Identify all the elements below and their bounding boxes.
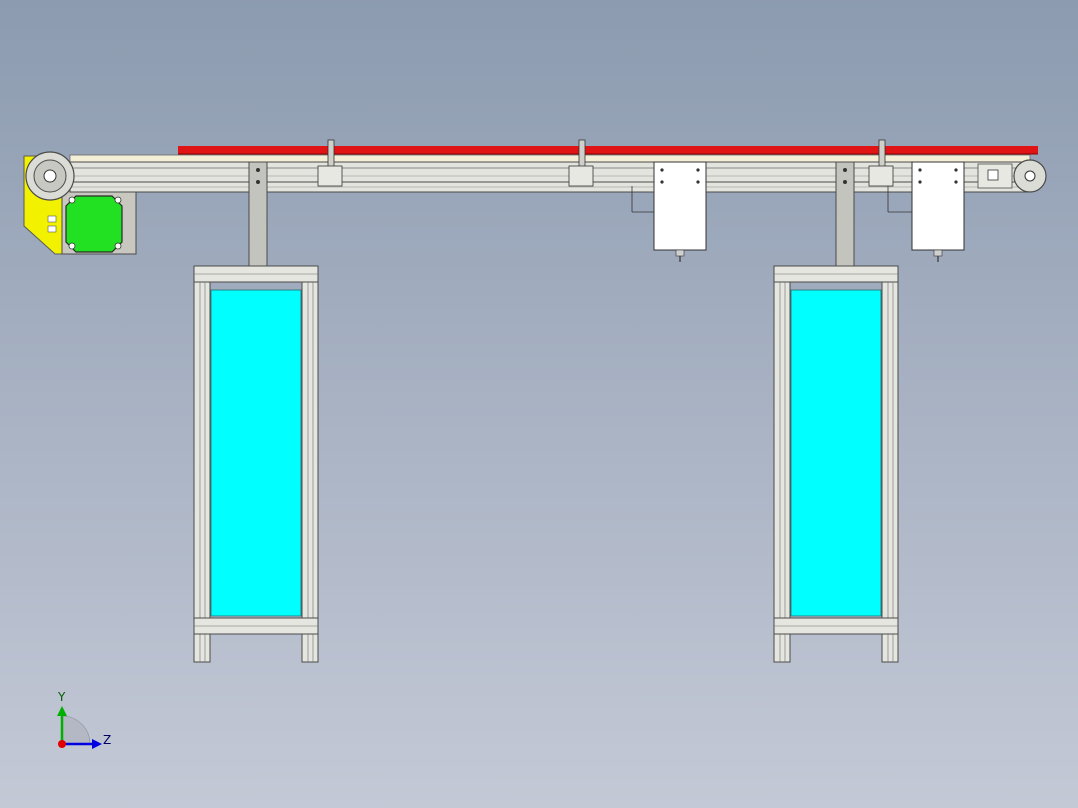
- support-post-2: [835, 161, 855, 267]
- support-post-1-bolt: [256, 168, 260, 172]
- drive-pulley-hub: [43, 169, 57, 183]
- stand-left-leg-left: [193, 281, 211, 663]
- support-post-2-bolt-2: [843, 180, 847, 184]
- y-axis-label: Y: [57, 690, 66, 704]
- motor-bolt-1: [68, 196, 76, 204]
- z-axis-label: Z: [103, 733, 111, 747]
- stand-left-leg-right: [301, 281, 319, 663]
- stand-left-glass-panel: [210, 289, 302, 617]
- tail-tensioner-slot: [987, 169, 999, 181]
- support-post-2-bolt: [843, 168, 847, 172]
- bracket-slot-1: [47, 215, 57, 223]
- motor-bolt-4: [114, 242, 122, 250]
- stand-right-leg-left: [773, 281, 791, 663]
- stand-right-leg-right: [881, 281, 899, 663]
- support-post-1: [248, 161, 268, 267]
- stand-right-glass-panel: [790, 289, 882, 617]
- top-rail: [69, 154, 1031, 163]
- support-post-1-bolt-2: [256, 180, 260, 184]
- tail-pulley-hub: [1024, 170, 1036, 182]
- motor-bolt-2: [114, 196, 122, 204]
- motor-bolt-3: [68, 242, 76, 250]
- cad-viewport[interactable]: Y Z: [0, 0, 1078, 808]
- frame-stand-left[interactable]: [193, 265, 319, 663]
- bracket-slot-2: [47, 225, 57, 233]
- viewport-background: [0, 0, 1078, 808]
- conveyor-belt: [178, 146, 1038, 154]
- x-axis-origin: [58, 740, 66, 748]
- frame-stand-right[interactable]: [773, 265, 899, 663]
